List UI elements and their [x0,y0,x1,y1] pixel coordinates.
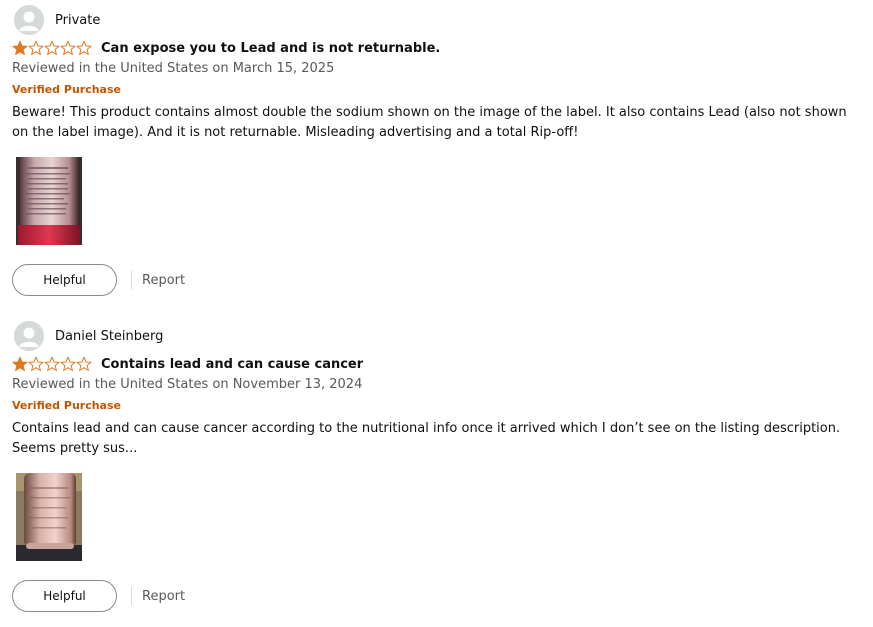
report-link[interactable]: Report [142,273,185,288]
rating-row: Contains lead and can cause cancer [12,355,363,373]
helpful-button[interactable]: Helpful [12,580,117,612]
star-rating[interactable] [12,356,92,372]
review-card: Daniel Steinberg Contains lead and can c… [12,320,862,620]
reviewer-name[interactable]: Daniel Steinberg [55,329,163,344]
reviewer-profile[interactable]: Daniel Steinberg [14,320,163,352]
review-date: Reviewed in the United States on Novembe… [12,377,363,392]
report-link[interactable]: Report [142,589,185,604]
review-title[interactable]: Can expose you to Lead and is not return… [101,41,440,56]
review-text: Beware! This product contains almost dou… [12,105,847,140]
user-avatar-icon [14,321,44,351]
bottle-photo-icon [16,157,82,245]
helpful-button[interactable]: Helpful [12,264,117,296]
review-actions: Helpful Report [12,264,185,296]
star-rating[interactable] [12,40,92,56]
review-image-thumbnail[interactable] [16,473,82,561]
user-avatar-icon [14,5,44,35]
avatar [14,321,44,351]
bottle-photo-icon [16,473,82,561]
rating-row: Can expose you to Lead and is not return… [12,39,440,57]
verified-purchase-badge: Verified Purchase [12,399,121,412]
reviewer-profile[interactable]: Private [14,4,100,36]
review-actions: Helpful Report [12,580,185,612]
star-icon [12,40,92,55]
avatar [14,5,44,35]
reviewer-name[interactable]: Private [55,13,100,28]
action-divider [131,271,132,289]
star-icon [12,356,92,371]
review-text: Contains lead and can cause cancer accor… [12,421,841,456]
review-date: Reviewed in the United States on March 1… [12,61,335,76]
verified-purchase-badge: Verified Purchase [12,83,121,96]
review-title[interactable]: Contains lead and can cause cancer [101,357,363,372]
action-divider [131,587,132,605]
review-card: Private Can expose you to Lead and is no… [12,4,862,304]
review-image-thumbnail[interactable] [16,157,82,245]
